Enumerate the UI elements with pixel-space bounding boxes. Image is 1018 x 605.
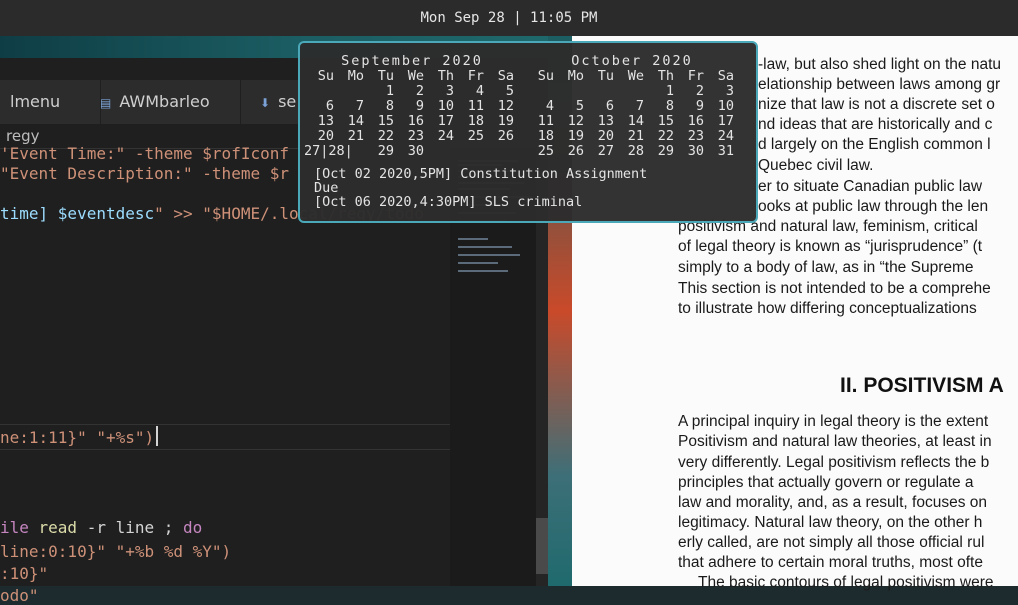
doc-line: erly called, are not simply all those of… <box>678 534 985 551</box>
week-row: 4 5 6 7 8 9 10 <box>545 98 734 114</box>
week-row: 11 12 13 14 15 16 17 <box>537 113 734 129</box>
doc-line: principles that actually govern or regul… <box>678 474 974 491</box>
code-line: ile read -r line ; do <box>0 518 203 537</box>
doc-line: to illustrate how differing conceptualiz… <box>678 300 977 317</box>
code-line: 'Event Time:" -theme $rofIconf <box>0 144 289 163</box>
week-row: 13 14 15 16 17 18 19 <box>317 113 514 129</box>
tab-label: lmenu <box>10 92 61 111</box>
event-list: [Oct 02 2020,5PM] Constitution Assignmen… <box>314 167 744 209</box>
weekday-header: Su Mo Tu We Th Fr Sa <box>317 68 514 84</box>
top-bar: Mon Sep 28 | 11:05 PM <box>0 0 1018 36</box>
doc-line: nize that law is not a discrete set o <box>758 96 995 113</box>
week-row: 20 21 22 23 24 25 26 <box>317 128 514 144</box>
calendar-month-september: September 2020 Su Mo Tu We Th Fr Sa 12345 6789… <box>304 53 520 159</box>
tab-awmbarleo[interactable]: ▤ AWMbarleo <box>90 80 241 124</box>
doc-line: simply to a body of law, as in “the Supr… <box>678 259 974 276</box>
code-line: ne:1:11}" "+%s") <box>0 428 155 447</box>
doc-line: nd ideas that are historically and c <box>758 116 993 133</box>
weekday-header: Su Mo Tu We Th Fr Sa <box>537 68 734 84</box>
code-line: :10}" <box>0 564 49 583</box>
event-item: [Oct 02 2020,5PM] Constitution Assignmen… <box>314 166 648 182</box>
doc-line: er to situate Canadian public law <box>758 178 983 195</box>
tab-label: se <box>278 92 297 111</box>
clock[interactable]: Mon Sep 28 | 11:05 PM <box>420 10 597 26</box>
text-caret <box>156 426 158 446</box>
week-row: 6 7 8 9 10 11 12 <box>325 98 514 114</box>
doc-line: A principal inquiry in legal theory is t… <box>678 413 989 430</box>
code-line: odo" <box>0 586 39 605</box>
download-icon: ⬇ <box>260 96 271 110</box>
doc-line: Positivism and natural law theories, at … <box>678 433 992 450</box>
doc-line: This section is not intended to be a com… <box>678 280 991 297</box>
week-row: 18 19 20 21 22 23 24 <box>537 128 734 144</box>
month-title: September 2020 <box>341 53 483 69</box>
doc-line: Quebec civil law. <box>758 157 874 174</box>
calendar-popup[interactable]: September 2020 Su Mo Tu We Th Fr Sa 12345 6789… <box>298 41 758 223</box>
doc-line: ooks at public law through the len <box>758 198 989 215</box>
tab-lmenu[interactable]: lmenu <box>0 80 101 124</box>
doc-line: -law, but also shed light on the natu <box>758 56 1001 73</box>
week-row: 12345 <box>385 83 514 99</box>
doc-line: that adhere to certain moral truths, mos… <box>678 554 983 571</box>
event-item: [Oct 06 2020,4:30PM] SLS criminal <box>314 194 583 210</box>
tab-label: AWMbarleo <box>119 92 210 111</box>
doc-line: law and morality, and, as a result, focu… <box>678 494 988 511</box>
code-line: line:0:10}" "+%b %d %Y") <box>0 542 232 561</box>
scrollbar-thumb[interactable] <box>536 518 548 574</box>
calendar-month-october: October 2020 Su Mo Tu We Th Fr Sa 123 4 5 6 7 8 9 10… <box>524 53 740 159</box>
section-heading: II. POSITIVISM A <box>840 374 1004 397</box>
week-row: 25 26 27 28 29 30 31 <box>537 143 734 159</box>
file-icon: ▤ <box>100 96 112 110</box>
doc-line: legitimacy. Natural law theory, on the o… <box>678 514 983 531</box>
doc-line: very differently. Legal positivism refle… <box>678 454 990 471</box>
doc-line: d largely on the English common l <box>758 136 991 153</box>
event-item: Due <box>314 180 339 196</box>
month-title: October 2020 <box>571 53 693 69</box>
breadcrumb-label: regy <box>6 127 40 145</box>
doc-line: The basic contours of legal positivism w… <box>698 574 994 591</box>
doc-line: elationship between laws among gr <box>758 76 1001 93</box>
week-row: 123 <box>665 83 734 99</box>
doc-line: of legal theory is known as “jurispruden… <box>678 238 983 255</box>
code-line: "Event Description:" -theme $r <box>0 164 289 183</box>
week-row-today: 27|28| 29 30 <box>304 143 424 159</box>
